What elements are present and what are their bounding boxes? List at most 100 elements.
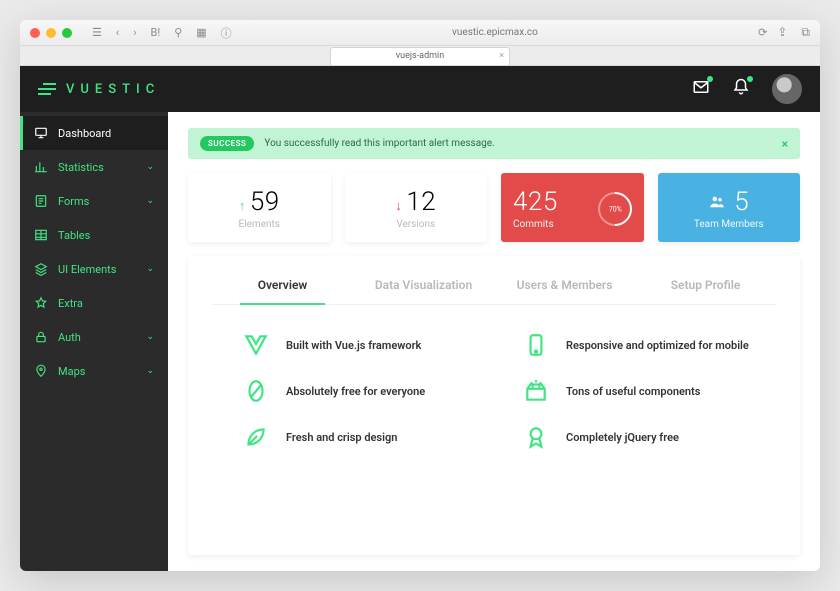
main-content: SUCCESS You successfully read this impor…: [168, 112, 820, 571]
feature-item: Built with Vue.js framework: [242, 331, 486, 359]
feature-text: Tons of useful components: [566, 385, 700, 398]
sidebar-item-forms[interactable]: Forms ⌄: [20, 184, 168, 218]
sidebar-item-label: Auth: [58, 331, 81, 344]
tabs-icon[interactable]: ⧉: [801, 25, 810, 40]
browser-window: ☰ ‹ › B! ⚲ ▦ ⓘ vuestic.epicmax.co ⟳ ⇪ ⧉ …: [20, 20, 820, 571]
notifications-button[interactable]: [732, 78, 750, 100]
stat-card-versions[interactable]: ↓ 12 Versions: [345, 173, 488, 242]
brand[interactable]: VUESTIC: [38, 82, 160, 97]
box-icon: [522, 377, 550, 405]
feature-item: Responsive and optimized for mobile: [522, 331, 766, 359]
feature-text: Responsive and optimized for mobile: [566, 339, 749, 352]
feature-item: Absolutely free for everyone: [242, 377, 486, 405]
address-bar[interactable]: vuestic.epicmax.co: [452, 27, 538, 38]
zero-icon: [242, 377, 270, 405]
maximize-window-icon[interactable]: [62, 28, 72, 38]
sidebar-item-maps[interactable]: Maps ⌄: [20, 354, 168, 388]
stat-card-members[interactable]: 5 Team Members: [658, 173, 801, 242]
stat-value: 425: [513, 187, 558, 217]
leaf-icon: [242, 423, 270, 451]
alert-text: You successfully read this important ale…: [264, 138, 494, 149]
sidebar: Dashboard Statistics ⌄ Forms ⌄ Tables: [20, 112, 168, 571]
sidebar-item-extra[interactable]: Extra: [20, 286, 168, 320]
close-tab-icon[interactable]: ×: [499, 51, 504, 61]
link-icon[interactable]: ⚲: [174, 26, 182, 39]
sidebar-item-label: UI Elements: [58, 263, 116, 276]
sidebar-item-label: Maps: [58, 365, 85, 378]
arrow-down-icon: ↓: [395, 199, 402, 214]
notification-dot-icon: [747, 76, 753, 82]
app-topbar: VUESTIC: [20, 66, 820, 112]
sidebar-item-dashboard[interactable]: Dashboard: [20, 116, 168, 150]
tab-data-visualization[interactable]: Data Visualization: [353, 270, 494, 304]
sidebar-toggle-icon[interactable]: ☰: [92, 26, 102, 39]
sidebar-item-label: Statistics: [58, 161, 104, 174]
chart-icon: [34, 160, 48, 174]
chevron-down-icon: ⌄: [146, 264, 154, 274]
tab-overview[interactable]: Overview: [212, 270, 353, 304]
table-icon: [34, 228, 48, 242]
stat-label: Elements: [239, 219, 280, 230]
browser-chrome: ☰ ‹ › B! ⚲ ▦ ⓘ vuestic.epicmax.co ⟳ ⇪ ⧉: [20, 20, 820, 46]
sidebar-item-label: Extra: [58, 297, 83, 310]
minimize-window-icon[interactable]: [46, 28, 56, 38]
notification-dot-icon: [707, 76, 713, 82]
progress-value: 70%: [608, 205, 621, 213]
tab-users-members[interactable]: Users & Members: [494, 270, 635, 304]
sidebar-item-auth[interactable]: Auth ⌄: [20, 320, 168, 354]
progress-ring-icon: 70%: [590, 184, 638, 232]
arrow-up-icon: ↑: [239, 199, 246, 214]
stat-cards: ↑ 59 Elements ↓ 12 Versions 425 Commits: [188, 173, 800, 242]
stat-card-commits[interactable]: 425 Commits 70%: [501, 173, 644, 242]
vue-icon: [242, 331, 270, 359]
stat-label: Team Members: [694, 219, 764, 230]
sidebar-item-label: Dashboard: [58, 127, 111, 140]
chevron-down-icon: ⌄: [146, 196, 154, 206]
window-controls[interactable]: [30, 28, 72, 38]
share-icon[interactable]: ⇪: [777, 25, 787, 40]
tab-setup-profile[interactable]: Setup Profile: [635, 270, 776, 304]
reload-icon[interactable]: ⟳: [758, 26, 767, 39]
stat-card-elements[interactable]: ↑ 59 Elements: [188, 173, 331, 242]
menu-toggle-icon[interactable]: [38, 83, 56, 95]
feature-item: Fresh and crisp design: [242, 423, 486, 451]
feature-text: Fresh and crisp design: [286, 431, 397, 444]
grid-icon[interactable]: ▦: [196, 26, 206, 39]
toolbar-icons: ☰ ‹ › B! ⚲ ▦ ⓘ vuestic.epicmax.co ⟳: [92, 25, 767, 41]
browser-tab[interactable]: vuejs-admin ×: [330, 47, 510, 65]
stat-value: 5: [734, 187, 749, 217]
star-icon: [34, 296, 48, 310]
success-alert: SUCCESS You successfully read this impor…: [188, 128, 800, 159]
chevron-down-icon: ⌄: [146, 162, 154, 172]
chevron-down-icon: ⌄: [146, 332, 154, 342]
chevron-down-icon: ⌄: [146, 366, 154, 376]
feature-item: Tons of useful components: [522, 377, 766, 405]
sidebar-item-label: Tables: [58, 229, 90, 242]
feature-item: Completely jQuery free: [522, 423, 766, 451]
tab-bar: vuejs-admin ×: [20, 46, 820, 66]
feature-text: Built with Vue.js framework: [286, 339, 421, 352]
close-window-icon[interactable]: [30, 28, 40, 38]
forward-icon[interactable]: ›: [133, 26, 136, 39]
stat-label: Commits: [513, 219, 558, 230]
layers-icon: [34, 262, 48, 276]
brand-text: VUESTIC: [66, 82, 160, 97]
sidebar-item-statistics[interactable]: Statistics ⌄: [20, 150, 168, 184]
alert-badge: SUCCESS: [200, 136, 254, 151]
monitor-icon: [34, 126, 48, 140]
map-pin-icon: [34, 364, 48, 378]
user-avatar[interactable]: [772, 74, 802, 104]
lock-icon: [34, 330, 48, 344]
stat-label: Versions: [396, 219, 435, 230]
chrome-right-icons: ⇪ ⧉: [777, 25, 810, 40]
sidebar-item-tables[interactable]: Tables: [20, 218, 168, 252]
info-icon[interactable]: ⓘ: [221, 25, 232, 41]
messages-button[interactable]: [692, 78, 710, 100]
bold-icon[interactable]: B!: [151, 26, 161, 39]
sidebar-item-ui-elements[interactable]: UI Elements ⌄: [20, 252, 168, 286]
stat-value: 59: [250, 187, 280, 217]
back-icon[interactable]: ‹: [116, 26, 119, 39]
alert-close-button[interactable]: ×: [782, 137, 788, 151]
stat-value: 12: [406, 187, 436, 217]
ribbon-icon: [522, 423, 550, 451]
